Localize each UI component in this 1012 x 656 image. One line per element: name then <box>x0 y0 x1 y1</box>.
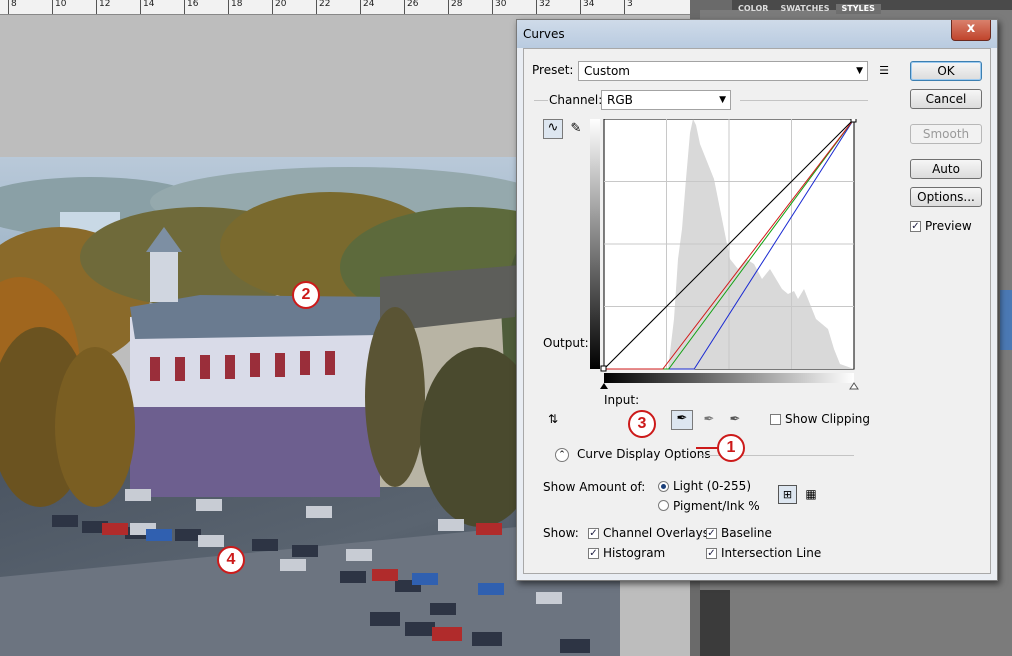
channel-label: Channel: <box>549 93 603 107</box>
annotation-marker-3: 3 <box>628 410 656 438</box>
black-eyedropper-icon[interactable]: ✒ <box>671 410 693 430</box>
panel-dark-area <box>700 590 730 656</box>
panel-highlight <box>1000 290 1012 350</box>
show-label: Show: <box>543 526 579 540</box>
histogram-checkbox[interactable]: ✓ <box>588 548 599 559</box>
options-button[interactable]: Options... <box>910 187 982 207</box>
curve-display-options-label[interactable]: Curve Display Options <box>577 447 711 461</box>
preset-select[interactable]: Custom ▼ <box>578 61 868 81</box>
intersection-line-checkbox[interactable]: ✓ <box>706 548 717 559</box>
white-eyedropper-icon[interactable]: ✒ <box>726 412 744 428</box>
baseline-label: Baseline <box>721 526 772 540</box>
channel-value: RGB <box>607 93 633 107</box>
collapse-icon[interactable]: ⌃ <box>555 448 569 462</box>
preset-label: Preset: <box>532 63 574 77</box>
ruler-tick: 26 <box>404 0 418 14</box>
white-point-slider[interactable] <box>849 382 859 390</box>
ruler-tick: 8 <box>8 0 17 14</box>
preset-options-icon[interactable]: ☰ <box>876 63 892 79</box>
curve-endpoint-black[interactable] <box>600 365 607 372</box>
curves-graph[interactable] <box>590 119 860 396</box>
tab-styles[interactable]: STYLES <box>835 4 881 14</box>
pigment-label: Pigment/Ink % <box>673 499 760 513</box>
smooth-button[interactable]: Smooth <box>910 124 982 144</box>
annotation-connector-1 <box>696 447 718 449</box>
auto-button[interactable]: Auto <box>910 159 982 179</box>
show-amount-label: Show Amount of: <box>543 480 646 494</box>
curve-tool-icon[interactable]: ∿ <box>543 119 563 139</box>
close-button[interactable]: x <box>951 20 991 41</box>
detailed-grid-icon[interactable]: ▦ <box>803 486 819 502</box>
ok-button[interactable]: OK <box>910 61 982 81</box>
intersection-line-label: Intersection Line <box>721 546 822 560</box>
pencil-icon[interactable]: ✎ <box>568 121 584 137</box>
annotation-marker-2: 2 <box>292 281 320 309</box>
preset-value: Custom <box>584 64 630 78</box>
tab-color[interactable]: COLOR <box>732 4 774 14</box>
ruler-tick: 22 <box>316 0 330 14</box>
light-label: Light (0-255) <box>673 479 751 493</box>
annotation-marker-4: 4 <box>217 546 245 574</box>
preview-checkbox[interactable]: ✓ <box>910 221 921 232</box>
light-radio[interactable] <box>658 481 669 492</box>
histogram-label: Histogram <box>603 546 666 560</box>
gray-eyedropper-icon[interactable]: ✒ <box>700 412 718 428</box>
group-line-left <box>534 100 548 101</box>
on-image-adjust-icon[interactable]: ⇅ <box>543 411 563 427</box>
baseline-checkbox[interactable]: ✓ <box>706 528 717 539</box>
ruler-tick: 34 <box>580 0 594 14</box>
group-line-right <box>740 100 868 101</box>
show-clipping-label: Show Clipping <box>785 412 871 426</box>
preview-label: Preview <box>925 219 972 233</box>
channel-overlays-checkbox[interactable]: ✓ <box>588 528 599 539</box>
dialog-title: Curves <box>517 20 997 48</box>
curves-dialog: Curves x Preset: Custom ▼ ☰ Channel: RGB… <box>516 19 998 581</box>
simple-grid-icon[interactable]: ⊞ <box>778 485 797 504</box>
dialog-content: Preset: Custom ▼ ☰ Channel: RGB ▼ ∿ ✎ Ou… <box>523 48 991 574</box>
horizontal-ruler: 8 10 12 14 16 18 20 22 24 26 28 30 32 34 3 <box>0 0 690 15</box>
panel-tabs: COLOR SWATCHES STYLES <box>732 0 1012 14</box>
channel-overlays-label: Channel Overlays <box>603 526 709 540</box>
show-clipping-checkbox[interactable] <box>770 414 781 425</box>
ruler-tick: 12 <box>96 0 110 14</box>
pigment-radio[interactable] <box>658 500 669 511</box>
input-gradient-bar <box>604 373 854 383</box>
annotation-marker-1: 1 <box>717 434 745 462</box>
ruler-tick: 14 <box>140 0 154 14</box>
black-point-slider[interactable] <box>600 383 608 389</box>
ruler-tick: 18 <box>228 0 242 14</box>
ruler-tick: 3 <box>624 0 633 14</box>
ruler-tick: 16 <box>184 0 198 14</box>
cancel-button[interactable]: Cancel <box>910 89 982 109</box>
ruler-tick: 28 <box>448 0 462 14</box>
ruler-tick: 32 <box>536 0 550 14</box>
output-gradient-bar <box>590 119 600 369</box>
ruler-tick: 20 <box>272 0 286 14</box>
chevron-down-icon: ▼ <box>856 66 863 76</box>
ruler-tick: 24 <box>360 0 374 14</box>
channel-select[interactable]: RGB ▼ <box>601 90 731 110</box>
curve-endpoint-white[interactable] <box>850 119 857 123</box>
output-label: Output: <box>543 336 589 350</box>
ruler-tick: 10 <box>52 0 66 14</box>
ruler-tick: 30 <box>492 0 506 14</box>
tab-swatches[interactable]: SWATCHES <box>774 4 835 14</box>
chevron-down-icon: ▼ <box>719 95 726 105</box>
